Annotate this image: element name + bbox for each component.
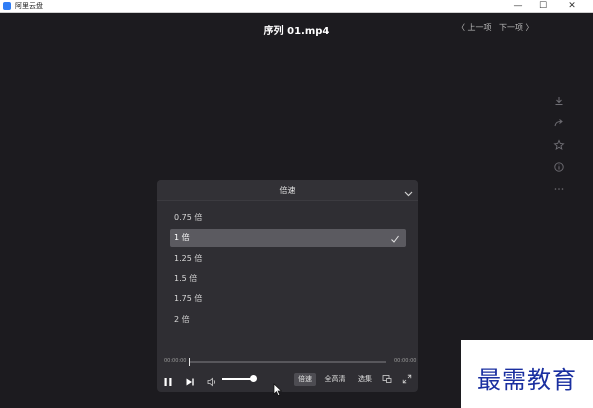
speed-panel-header: 倍速 — [157, 180, 418, 201]
progress-thumb[interactable] — [189, 358, 190, 366]
mouse-cursor-icon — [273, 382, 283, 397]
speed-option[interactable]: 2 倍 — [170, 311, 406, 329]
speed-option-label: 2 倍 — [174, 315, 190, 324]
speed-option-label: 1.5 倍 — [174, 274, 198, 283]
speed-option[interactable]: 1.25 倍 — [170, 250, 406, 268]
more-icon[interactable] — [553, 180, 565, 192]
speed-option-label: 1.25 倍 — [174, 254, 203, 263]
minimize-button[interactable]: — — [507, 0, 529, 12]
episodes-button[interactable]: 选集 — [356, 373, 374, 386]
volume-fill — [222, 378, 253, 380]
quality-button[interactable]: 全高清 — [322, 373, 348, 386]
next-item-button[interactable]: 下一项 〉 — [499, 22, 534, 33]
app-title: 阿里云盘 — [15, 2, 43, 10]
pause-button[interactable] — [162, 373, 174, 386]
speed-panel-title: 倍速 — [279, 186, 296, 195]
chevron-down-icon[interactable] — [403, 184, 414, 197]
check-icon — [390, 233, 400, 243]
maximize-button[interactable]: ☐ — [532, 0, 554, 12]
speed-option-selected[interactable]: 1 倍 — [170, 229, 406, 247]
volume-knob[interactable] — [250, 375, 257, 382]
player-panel: 倍速 0.75 倍 1 倍 1.25 倍 1.5 倍 1.75 倍 2 倍 00… — [157, 180, 418, 392]
speed-option[interactable]: 0.75 倍 — [170, 209, 406, 227]
speed-button[interactable]: 倍速 — [294, 373, 316, 386]
speed-option[interactable]: 1.75 倍 — [170, 290, 406, 308]
download-icon[interactable] — [553, 92, 565, 105]
share-icon[interactable] — [553, 114, 565, 127]
total-time: 00:00:00 — [394, 358, 417, 364]
watermark: 最需教育 — [461, 340, 593, 408]
next-episode-button[interactable] — [184, 373, 196, 386]
window-titlebar: 阿里云盘 — ☐ ✕ — [0, 0, 593, 13]
volume-icon[interactable] — [206, 373, 218, 387]
fullscreen-icon[interactable] — [402, 373, 412, 386]
progress-bar[interactable] — [189, 358, 386, 366]
volume-slider[interactable] — [222, 378, 253, 380]
app-logo-icon — [3, 2, 11, 10]
speed-option[interactable]: 1.5 倍 — [170, 270, 406, 288]
current-time: 00:00:00 — [164, 358, 187, 364]
speed-option-label: 1 倍 — [174, 233, 190, 242]
speed-option-label: 1.75 倍 — [174, 294, 203, 303]
close-button[interactable]: ✕ — [561, 0, 583, 12]
star-icon[interactable] — [553, 136, 565, 150]
speed-option-label: 0.75 倍 — [174, 213, 203, 222]
watermark-text: 最需教育 — [477, 366, 577, 394]
previous-item-button[interactable]: 〈 上一项 — [457, 22, 492, 33]
info-icon[interactable] — [553, 158, 565, 172]
picture-in-picture-icon[interactable] — [382, 373, 392, 386]
